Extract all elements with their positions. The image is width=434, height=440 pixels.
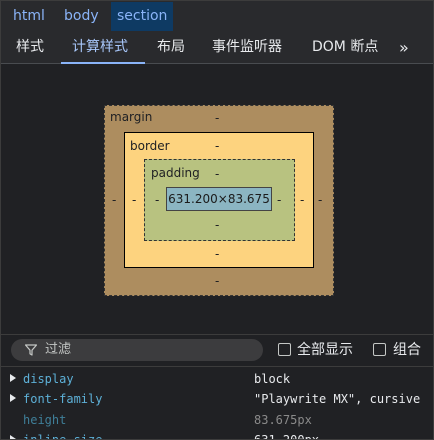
border-bottom-value[interactable]: - bbox=[215, 247, 219, 261]
border-left-value[interactable]: - bbox=[132, 193, 136, 207]
expand-triangle-icon[interactable] bbox=[10, 374, 16, 382]
border-right-value[interactable]: - bbox=[300, 193, 304, 207]
padding-bottom-value[interactable]: - bbox=[215, 218, 219, 232]
property-name: font-family bbox=[23, 392, 103, 406]
property-value: "Playwrite MX", cursive bbox=[254, 392, 421, 406]
property-row[interactable]: inline-size 631.200px bbox=[1, 430, 433, 440]
property-value: block bbox=[254, 372, 291, 386]
padding-right-value[interactable]: - bbox=[277, 193, 281, 207]
property-name: height bbox=[23, 413, 67, 427]
box-model-diagram: margin - - - - border - - - - padding - … bbox=[1, 64, 433, 332]
padding-left-value[interactable]: - bbox=[155, 193, 159, 207]
expand-triangle-icon[interactable] bbox=[10, 435, 16, 439]
padding-top-value[interactable]: - bbox=[215, 167, 219, 181]
tab-layout[interactable]: 布局 bbox=[157, 32, 185, 63]
tab-event-listeners[interactable]: 事件监听器 bbox=[212, 32, 282, 63]
breadcrumb-body[interactable]: body bbox=[58, 2, 105, 31]
content-size[interactable]: 631.200×83.675 bbox=[166, 187, 272, 211]
show-all-checkbox[interactable] bbox=[278, 343, 291, 356]
computed-filter-bar: 过滤 全部显示 组合 bbox=[1, 334, 433, 367]
property-row[interactable]: height 83.675px bbox=[1, 410, 433, 430]
border-top-value[interactable]: - bbox=[215, 139, 219, 153]
property-row[interactable]: display block bbox=[1, 369, 433, 389]
property-row[interactable]: font-family "Playwrite MX", cursive bbox=[1, 389, 433, 409]
margin-left-value[interactable]: - bbox=[112, 193, 116, 207]
breadcrumb-section[interactable]: section bbox=[111, 2, 174, 31]
margin-label: margin bbox=[110, 110, 153, 124]
group-label[interactable]: 组合 bbox=[393, 335, 421, 366]
margin-top-value[interactable]: - bbox=[215, 111, 219, 125]
devtools-panel: html body section 样式 计算样式 布局 事件监听器 DOM 断… bbox=[0, 0, 434, 440]
margin-right-value[interactable]: - bbox=[318, 193, 322, 207]
breadcrumb: html body section bbox=[1, 1, 433, 32]
filter-icon bbox=[25, 344, 37, 356]
property-value: 631.200px bbox=[254, 433, 320, 440]
tab-dom-breakpoints[interactable]: DOM 断点 bbox=[312, 32, 378, 63]
filter-placeholder: 过滤 bbox=[45, 342, 72, 357]
property-name: inline-size bbox=[23, 433, 103, 440]
breadcrumb-html[interactable]: html bbox=[7, 2, 51, 31]
more-tabs-chevron-icon[interactable]: » bbox=[399, 32, 409, 63]
property-value: 83.675px bbox=[254, 413, 312, 427]
expand-triangle-icon[interactable] bbox=[10, 394, 16, 402]
group-checkbox[interactable] bbox=[373, 343, 386, 356]
sidebar-tabs: 样式 计算样式 布局 事件监听器 DOM 断点 » bbox=[1, 32, 433, 64]
tab-computed[interactable]: 计算样式 bbox=[72, 32, 128, 63]
show-all-label[interactable]: 全部显示 bbox=[297, 335, 353, 366]
tab-styles[interactable]: 样式 bbox=[16, 32, 44, 63]
padding-label: padding bbox=[151, 166, 200, 180]
filter-input[interactable]: 过滤 bbox=[11, 339, 263, 361]
computed-properties-list: display block font-family "Playwrite MX"… bbox=[1, 367, 433, 439]
border-label: border bbox=[130, 139, 170, 153]
margin-bottom-value[interactable]: - bbox=[215, 274, 219, 288]
property-name: display bbox=[23, 372, 74, 386]
